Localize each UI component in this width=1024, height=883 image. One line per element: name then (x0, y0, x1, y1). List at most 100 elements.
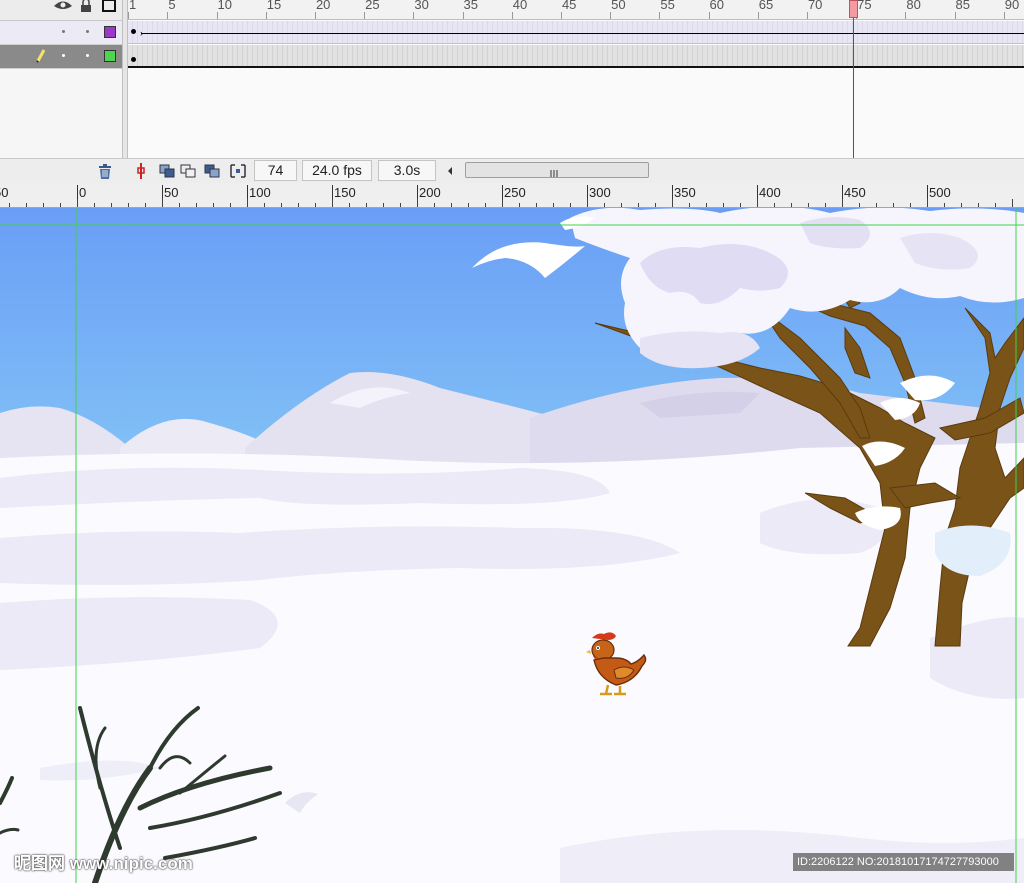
stage-ruler-minor-tick (94, 203, 95, 207)
trash-icon[interactable] (96, 163, 114, 179)
tween-line (141, 33, 1024, 34)
frame-ruler-label: 30 (414, 0, 429, 12)
stage-ruler-label: 200 (419, 185, 441, 200)
stage-ruler-minor-tick (706, 203, 707, 207)
stage-ruler-minor-tick (553, 203, 554, 207)
lock-dot[interactable] (86, 54, 89, 57)
frame-ruler-tick (364, 12, 366, 19)
keyframe[interactable] (131, 29, 136, 34)
layer-row-selected[interactable] (0, 45, 123, 69)
stage-ruler-minor-tick (791, 203, 792, 207)
stage-ruler-minor-tick (468, 203, 469, 207)
frame-ruler-label: 1 (129, 0, 137, 12)
stage-ruler-minor-tick (995, 203, 996, 207)
frame-ruler-tick (806, 12, 808, 19)
frame-ruler-label: 65 (758, 0, 774, 12)
stage-ruler-minor-tick (349, 203, 350, 207)
tween-arrow: › (140, 28, 143, 38)
stage-ruler-minor-tick (145, 203, 146, 207)
stage-ruler-label: 0 (79, 185, 87, 200)
stage-ruler-minor-tick (876, 203, 877, 207)
layer-color-swatch[interactable] (104, 50, 116, 62)
stage-ruler-minor-tick (927, 199, 928, 207)
arrow-left-icon[interactable] (446, 164, 458, 178)
frame-ruler-label: 5 (168, 0, 176, 12)
edit-multiple-frames-icon[interactable] (203, 163, 221, 179)
onion-markers-icon[interactable] (229, 163, 247, 179)
frame-rate-readout[interactable]: 24.0 fps (302, 160, 372, 181)
frame-ruler-tick (128, 12, 129, 19)
stage-ruler-minor-tick (859, 203, 860, 207)
stage-ruler-minor-tick (1012, 199, 1013, 207)
frame-ruler-tick (659, 12, 661, 19)
frame-ruler-label: 90 (1004, 0, 1020, 12)
keyframe[interactable] (131, 57, 136, 62)
stage-ruler-label: 250 (504, 185, 526, 200)
layer-row[interactable] (0, 21, 123, 45)
stage-ruler-minor-tick (60, 203, 61, 207)
stage-ruler-minor-tick (366, 203, 367, 207)
frame-ruler-tick (905, 12, 907, 19)
frame-ruler-tick (708, 12, 710, 19)
layer-header (0, 0, 123, 21)
frame-ruler-tick (167, 12, 169, 19)
lock-dot[interactable] (86, 30, 89, 33)
frame-ruler-label: 50 (611, 0, 626, 12)
stage-ruler-label: 50 (164, 185, 179, 200)
frame-ruler-tick (610, 12, 612, 19)
current-frame-readout: 74 (254, 160, 297, 181)
frame-ruler-label: 15 (266, 0, 282, 12)
stage-ruler-minor-tick (128, 203, 129, 207)
playhead-line (853, 14, 854, 158)
stage-ruler-minor-tick (400, 203, 401, 207)
stage-ruler-minor-tick (961, 203, 962, 207)
frame-row[interactable]: › (128, 21, 1024, 44)
frame-ruler-tick (1003, 12, 1005, 19)
stage-ruler: 50050100150200250300350400450500 (0, 183, 1024, 208)
stage-canvas[interactable]: 昵图网 www.nipic.com ID:2206122 NO:20181017… (0, 208, 1024, 883)
stage-ruler-minor-tick (281, 203, 282, 207)
center-frame-icon[interactable] (134, 163, 148, 179)
timeline-status-bar: 74 24.0 fps 3.0s (0, 158, 1024, 183)
frame-row[interactable] (128, 45, 1024, 68)
eye-icon[interactable] (53, 0, 73, 11)
stage-ruler-minor-tick (621, 203, 622, 207)
frame-ruler-label: 35 (463, 0, 479, 12)
stage-ruler-minor-tick (655, 203, 656, 207)
winter-scene (0, 208, 1024, 883)
frame-grid[interactable]: 1 5 10 15 20 25 30 35 40 45 50 55 60 65 70 75 80 85 90 › (128, 0, 1024, 158)
frame-ruler-tick (413, 12, 415, 19)
stage-ruler-minor-tick (519, 203, 520, 207)
stage-ruler-minor-tick (434, 203, 435, 207)
visibility-dot[interactable] (62, 54, 65, 57)
frame-ruler[interactable]: 1 5 10 15 20 25 30 35 40 45 50 55 60 65 70 75 80 85 90 (128, 0, 1024, 20)
stage-ruler-minor-tick (825, 203, 826, 207)
stage-ruler-minor-tick (111, 203, 112, 207)
layer-color-swatch[interactable] (104, 26, 116, 38)
frame-ruler-label: 55 (660, 0, 675, 12)
stage-ruler-minor-tick (162, 199, 163, 207)
onion-skin-outline-icon[interactable] (179, 163, 197, 179)
visibility-dot[interactable] (62, 30, 65, 33)
outline-icon[interactable] (102, 0, 116, 12)
frame-ruler-tick (560, 12, 562, 19)
frame-ruler-tick (511, 12, 513, 19)
frame-ruler-tick (757, 12, 759, 19)
frame-ruler-label: 75 (857, 0, 872, 12)
stage-ruler-label: 300 (589, 185, 611, 200)
frame-ruler-label: 85 (955, 0, 971, 12)
playhead[interactable] (849, 0, 858, 18)
watermark-id: ID:2206122 NO:20181017174727793000 (793, 853, 1014, 871)
frame-ruler-tick (954, 12, 956, 19)
stage-ruler-minor-tick (451, 203, 452, 207)
stage-ruler-minor-tick (638, 203, 639, 207)
stage-ruler-minor-tick (910, 203, 911, 207)
stage-ruler-minor-tick (570, 203, 571, 207)
stage-ruler-minor-tick (893, 203, 894, 207)
lock-icon[interactable] (80, 0, 92, 12)
horizontal-scrollbar[interactable] (465, 162, 649, 178)
frame-ruler-label: 10 (217, 0, 233, 12)
onion-skin-icon[interactable] (158, 163, 176, 179)
stage-ruler-minor-tick (298, 203, 299, 207)
frame-ruler-tick (265, 12, 267, 19)
